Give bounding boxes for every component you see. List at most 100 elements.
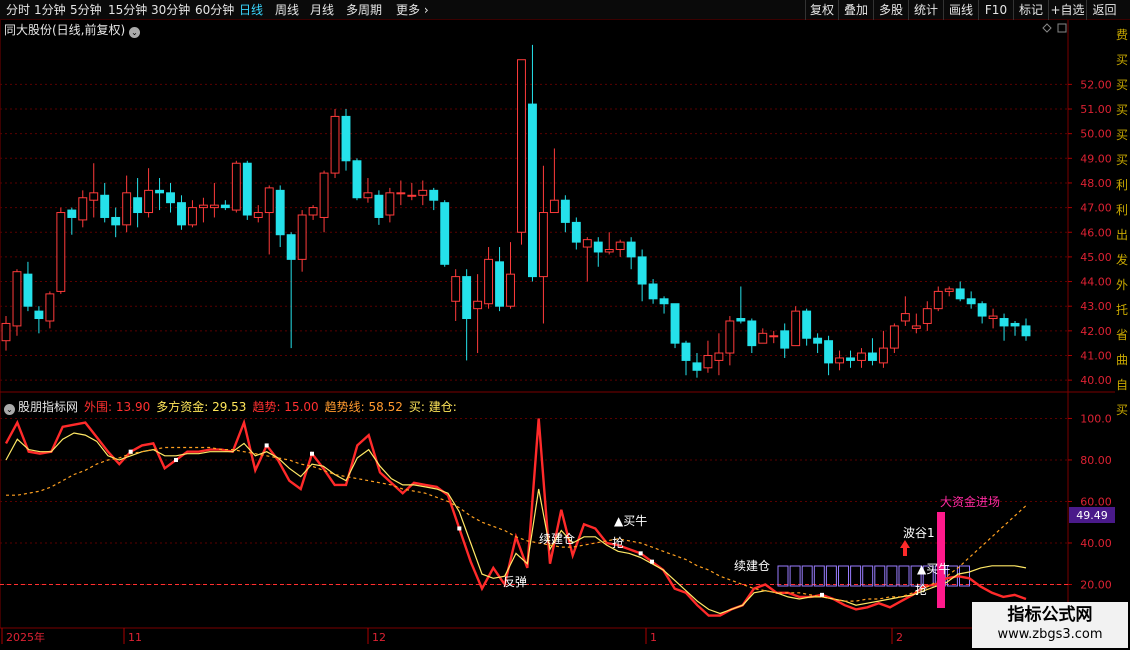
- price-tick-label: 47.00: [1080, 202, 1112, 215]
- signal-marker: [128, 449, 133, 454]
- candle-body: [966, 298, 976, 305]
- annotation-buy-bull-1: ▲买牛: [614, 513, 647, 528]
- candle-body: [78, 197, 88, 221]
- candle-body: [692, 362, 702, 371]
- candle-body: [911, 325, 921, 329]
- candle-body: [308, 207, 318, 216]
- strip-char-1: 买: [1116, 53, 1129, 67]
- candle-body: [286, 234, 296, 260]
- date-label: 11: [128, 631, 142, 644]
- candle-body: [868, 352, 877, 361]
- candle-body: [835, 357, 844, 364]
- candle-body: [1, 322, 11, 342]
- candle-body: [440, 202, 450, 265]
- big-capital-bar: [937, 512, 945, 608]
- candle-body: [999, 318, 1009, 327]
- candle-body: [242, 162, 252, 216]
- candle-body: [396, 192, 406, 195]
- accumulation-box: [850, 565, 862, 587]
- signal-marker: [638, 551, 643, 556]
- price-tick-label: 40.00: [1080, 374, 1112, 387]
- accumulation-box: [813, 565, 825, 587]
- candle-body: [374, 194, 384, 218]
- candle-body: [955, 288, 965, 300]
- annotation-buy-bull-2: ▲买牛: [917, 561, 950, 576]
- candle-body: [407, 194, 417, 197]
- candle-body: [681, 342, 691, 361]
- candle-body: [769, 335, 779, 338]
- candle-body: [89, 192, 99, 201]
- strip-char-5: 买: [1116, 153, 1129, 167]
- ind-tick-label: 100.0: [1080, 412, 1112, 425]
- accumulation-box: [862, 565, 874, 587]
- candle-body: [67, 209, 77, 218]
- strip-char-10: 外: [1116, 278, 1129, 292]
- candle-body: [385, 192, 395, 216]
- candle-body: [714, 352, 724, 361]
- accumulation-box: [789, 565, 801, 587]
- candle-body: [144, 189, 154, 214]
- candle-body: [341, 115, 351, 162]
- candle-body: [922, 308, 932, 324]
- signal-marker: [820, 592, 824, 597]
- candle-body: [297, 214, 307, 260]
- candle-body: [736, 318, 746, 322]
- accumulation-box: [825, 565, 837, 587]
- price-tick-label: 52.00: [1080, 78, 1112, 91]
- watermark-logo: 指标公式网 www.zbgs3.com: [972, 602, 1128, 648]
- candle-body: [791, 310, 801, 347]
- accumulation-box: [886, 565, 898, 587]
- candle-body: [506, 273, 515, 307]
- candle-body: [188, 207, 197, 226]
- candle-body: [560, 199, 570, 223]
- candle-body: [133, 197, 143, 214]
- watermark-title: 指标公式网: [1007, 605, 1093, 625]
- candle-body: [857, 352, 866, 361]
- candle-body: [889, 325, 899, 349]
- candle-body: [330, 115, 340, 174]
- annotation-wave-valley: 波谷1: [903, 526, 935, 540]
- candle-body: [429, 189, 439, 201]
- candle-body: [495, 261, 504, 307]
- candle-body: [231, 162, 241, 211]
- candle-body: [111, 216, 121, 226]
- value-badge: 49.49: [1076, 509, 1108, 522]
- candle-body: [593, 241, 603, 253]
- candle-body: [1010, 322, 1020, 327]
- price-tick-label: 50.00: [1080, 128, 1112, 141]
- candle-body: [758, 332, 768, 344]
- candle-body: [626, 241, 636, 258]
- strip-char-3: 买: [1116, 103, 1129, 117]
- annotation-big-capital: 大资金进场: [940, 494, 1000, 509]
- price-tick-label: 45.00: [1080, 251, 1112, 264]
- candle-body: [571, 221, 581, 243]
- candle-body: [878, 347, 888, 364]
- candle-body: [363, 192, 373, 199]
- candle-body: [166, 192, 175, 204]
- candle-body: [352, 160, 362, 199]
- candle-body: [604, 249, 614, 253]
- annotation-bottom-1: 抢: [612, 535, 624, 550]
- right-info-strip: 费买买买买买利利出发外托省曲自买: [1115, 20, 1130, 630]
- strip-char-6: 利: [1116, 178, 1129, 192]
- price-tick-label: 44.00: [1080, 276, 1112, 289]
- candle-body: [220, 204, 230, 209]
- stock-chart[interactable]: 52.00 51.00 50.00 49.00 48.00 47.00 46.00 45.00…: [0, 0, 1130, 650]
- date-label: 1: [650, 631, 657, 644]
- candle-body: [824, 340, 834, 364]
- candle-body: [780, 330, 790, 349]
- annotation-continue-build-1: 续建仓: [539, 532, 575, 546]
- candle-body: [528, 103, 537, 278]
- accumulation-box: [777, 565, 789, 587]
- candle-body: [703, 354, 713, 369]
- signal-marker: [264, 443, 269, 448]
- candle-body: [582, 239, 592, 248]
- candle-body: [319, 172, 329, 218]
- candle-body: [253, 212, 263, 218]
- candle-body: [155, 189, 164, 194]
- candle-body: [813, 337, 823, 344]
- price-tick-label: 43.00: [1080, 300, 1112, 313]
- candle-body: [209, 204, 219, 209]
- signal-marker: [310, 451, 314, 456]
- signal-marker: [650, 559, 654, 564]
